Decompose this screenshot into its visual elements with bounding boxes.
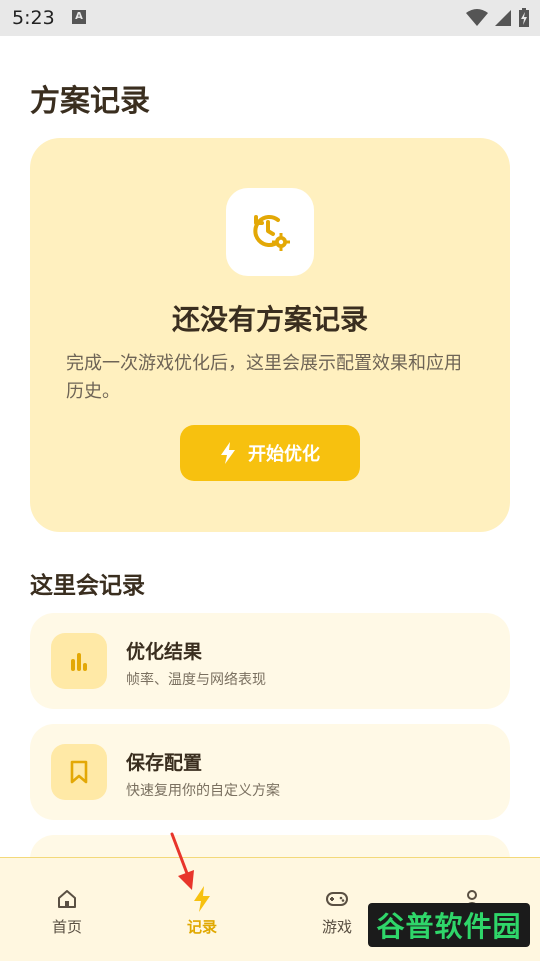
battery-icon [519,8,529,27]
bookmark-icon [70,760,88,784]
feature-icon-box [51,744,107,800]
signal-icon [495,10,511,26]
lightning-icon [221,442,235,464]
gamepad-icon [326,892,348,906]
status-bar: 5:23 A [0,0,540,36]
wifi-icon [466,9,488,26]
history-settings-icon [253,215,290,251]
empty-state-description: 完成一次游戏优化后，这里会展示配置效果和应用历史。 [66,353,462,402]
watermark-text: 谷普软件园 [376,910,522,943]
empty-state-title: 还没有方案记录 [171,303,368,336]
page-title: 方案记录 [30,84,150,119]
feature-subtitle: 帧率、温度与网络表现 [126,672,266,688]
status-time: 5:23 [12,7,55,29]
feature-title: 优化结果 [126,641,203,663]
notification-icon: A [72,10,86,24]
status-icons [466,8,530,28]
feature-item-save-config: 保存配置 快速复用你的自定义方案 [30,724,510,820]
empty-state-card: 还没有方案记录 完成一次游戏优化后，这里会展示配置效果和应用历史。 开始优化 [30,138,510,532]
feature-item-optimize-result: 优化结果 帧率、温度与网络表现 [30,613,510,709]
nav-item-home[interactable]: 首页 [17,886,117,937]
feature-title: 保存配置 [126,752,203,774]
pointer-arrow-icon [170,832,194,890]
feature-subtitle: 快速复用你的自定义方案 [126,783,280,799]
empty-state-icon-box [226,188,314,276]
watermark-logo: 谷普软件园 [368,903,530,947]
start-optimize-button[interactable]: 开始优化 [180,425,360,481]
start-optimize-label: 开始优化 [248,444,320,464]
bar-chart-icon [71,653,87,671]
nav-label: 首页 [51,918,82,936]
home-icon [58,890,76,908]
feature-icon-box [51,633,107,689]
nav-label: 记录 [186,918,217,936]
section-title: 这里会记录 [30,573,145,599]
